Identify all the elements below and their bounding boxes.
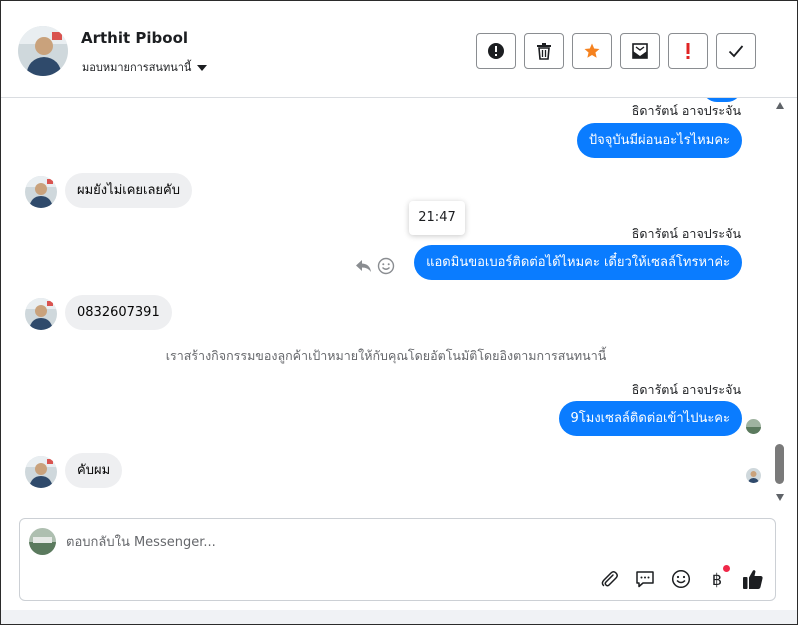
trash-icon: [537, 43, 551, 60]
like-button[interactable]: [742, 568, 764, 590]
payment-button[interactable]: ฿: [706, 565, 730, 590]
outgoing-message[interactable]: ปัจจุบันมีผ่อนอะไรไหมคะ: [576, 123, 742, 158]
sender-name: ธิดารัตน์ อาจประจัน: [631, 103, 741, 118]
customer-avatar: [25, 176, 57, 208]
react-emoji-icon[interactable]: [377, 257, 395, 279]
attach-file-button[interactable]: [598, 568, 620, 590]
customer-avatar: [25, 298, 57, 330]
incoming-message[interactable]: คับผม: [65, 453, 123, 488]
incoming-message[interactable]: ผมยังไม่เคยเลยคับ: [65, 173, 192, 208]
composer-actions: ฿: [598, 565, 764, 590]
scroll-up-arrow-icon[interactable]: [776, 102, 784, 109]
window-bottom-strip: [1, 610, 797, 624]
checkmark-icon: [728, 45, 744, 58]
report-spam-button[interactable]: [476, 33, 516, 69]
paperclip-icon: [601, 571, 618, 587]
star-icon: [584, 43, 600, 58]
mark-unread-button[interactable]: [620, 33, 660, 69]
reply-icon[interactable]: [355, 258, 373, 278]
read-receipt-avatar: [746, 419, 761, 434]
chat-bubble-icon: [636, 571, 654, 588]
baht-icon: ฿: [711, 569, 723, 589]
conversation-toolbar: [476, 33, 756, 69]
scrollbar-thumb[interactable]: [775, 444, 784, 484]
message-actions: [355, 257, 395, 279]
delete-button[interactable]: [524, 33, 564, 69]
important-button[interactable]: [668, 33, 708, 69]
sender-name: ธิดารัตน์ อาจประจัน: [631, 226, 741, 241]
thumbs-up-icon: [743, 570, 763, 589]
scroll-down-arrow-icon[interactable]: [776, 494, 784, 501]
outgoing-message[interactable]: แอดมินขอเบอร์ติดต่อได้ไหมคะ เดี๋ยวให้เซล…: [414, 245, 742, 280]
notification-dot: [723, 565, 730, 572]
messenger-conversation-window: Arthit Pibool มอบหมายการสนทนานี้ ธิดารัต…: [0, 0, 798, 625]
message-thread: ธิดารัตน์ อาจประจัน ปัจจุบันมีผ่อนอะไรไห…: [1, 98, 771, 496]
reply-input[interactable]: [66, 531, 586, 553]
smiley-icon: [671, 569, 691, 589]
conversation-header: Arthit Pibool มอบหมายการสนทนานี้: [1, 1, 797, 98]
system-note: เราสร้างกิจกรรมของลูกค้าเป้าหมายให้กับคุ…: [165, 348, 607, 363]
customer-avatar: [25, 456, 57, 488]
contact-avatar[interactable]: [18, 26, 68, 76]
saved-replies-button[interactable]: [634, 568, 656, 590]
caret-down-icon: [197, 64, 208, 71]
contact-name[interactable]: Arthit Pibool: [81, 29, 188, 47]
assign-label: มอบหมายการสนทนานี้: [82, 61, 192, 74]
star-button[interactable]: [572, 33, 612, 69]
envelope-icon: [632, 43, 648, 59]
outgoing-message[interactable]: 9โมงเซลล์ติดต่อเข้าไปนะคะ: [558, 401, 742, 436]
exclamation-icon: [686, 43, 690, 59]
mark-done-button[interactable]: [716, 33, 756, 69]
timestamp-tooltip: 21:47: [409, 201, 465, 235]
page-avatar: [29, 528, 56, 555]
seen-avatar: [746, 468, 761, 483]
emoji-button[interactable]: [670, 568, 692, 590]
assign-conversation-dropdown[interactable]: มอบหมายการสนทนานี้: [82, 58, 208, 76]
alert-circle-icon: [488, 43, 504, 59]
thread-scrollbar[interactable]: [774, 98, 788, 502]
reply-composer: ฿: [19, 518, 776, 601]
incoming-message[interactable]: 0832607391: [65, 295, 172, 330]
sender-name: ธิดารัตน์ อาจประจัน: [631, 382, 741, 397]
